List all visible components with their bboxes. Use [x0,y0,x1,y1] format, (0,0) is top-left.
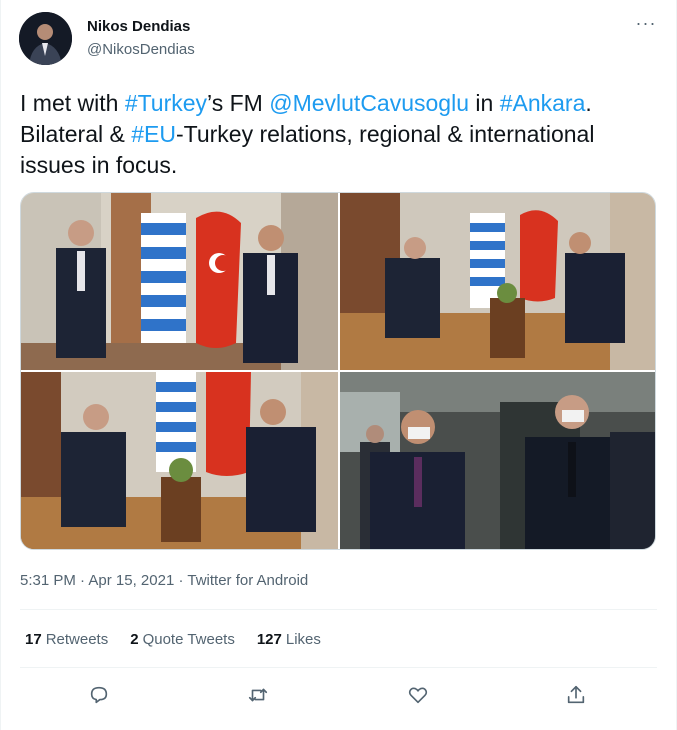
photo-seated-close[interactable] [21,372,338,549]
quotes-label: Quote Tweets [142,631,235,648]
tweet-card: Nikos Dendias @NikosDendias ··· I met wi… [0,0,677,730]
media-grid [20,192,656,550]
hashtag-link[interactable]: #Ankara [500,90,586,116]
tweet-text-segment: in [469,90,500,116]
tweet-stats: 17 Retweets 2 Quote Tweets 127 Likes [25,631,321,648]
hashtag-link[interactable]: #Turkey [125,90,207,116]
retweets-label: Retweets [45,631,109,648]
likes-count: 127 [256,631,282,648]
share-icon [567,685,585,704]
retweet-button[interactable] [244,681,272,709]
tweet-text-segment: I met with [20,90,125,116]
tweet-text-segment: ’s FM [207,90,270,116]
photo-standing[interactable] [21,193,338,370]
author-name[interactable]: Nikos Dendias [87,18,190,35]
author-handle[interactable]: @NikosDendias [87,41,195,58]
more-horizontal-icon[interactable]: ··· [634,14,658,38]
quotes-count: 2 [130,631,139,648]
tweet-date[interactable]: Apr 15, 2021 [88,572,174,589]
tweet-time[interactable]: 5:31 PM [20,572,76,589]
meta-separator: · [75,572,89,589]
divider [20,609,657,610]
likes-label: Likes [285,631,321,648]
quote-tweets-stat[interactable]: 2 Quote Tweets [130,631,235,648]
action-bar [1,681,677,711]
share-button[interactable] [562,681,590,709]
tweet-meta: 5:31 PM · Apr 15, 2021 · Twitter for And… [20,572,308,589]
retweet-icon [248,688,268,702]
like-button[interactable] [404,681,432,709]
avatar[interactable] [19,12,72,65]
mention-link[interactable]: @MevlutCavusoglu [269,90,469,116]
reply-icon [90,686,108,704]
meta-separator: · [174,572,188,589]
heart-icon [408,687,428,704]
retweets-count: 17 [25,631,42,648]
retweets-stat[interactable]: 17 Retweets [25,631,108,648]
photo-seated-wide[interactable] [340,193,655,370]
tweet-text: I met with #Turkey’s FM @MevlutCavusoglu… [20,88,650,181]
divider [20,667,657,668]
likes-stat[interactable]: 127 Likes [257,631,321,648]
hashtag-link[interactable]: #EU [131,121,176,147]
reply-button[interactable] [85,681,113,709]
photo-walking[interactable] [340,372,655,549]
tweet-source[interactable]: Twitter for Android [187,572,308,589]
